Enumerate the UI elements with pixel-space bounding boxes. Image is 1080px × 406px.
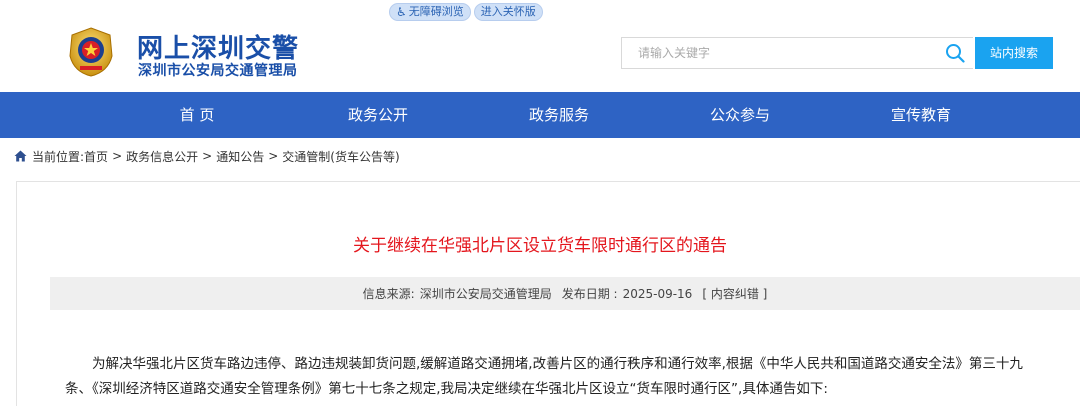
breadcrumb-separator: >	[268, 149, 279, 163]
elderly-mode-button[interactable]: 进入关怀版	[473, 3, 543, 21]
nav-item-gov-services[interactable]: 政务服务	[499, 92, 619, 138]
source-label: 信息来源:	[362, 287, 415, 301]
breadcrumb-item-traffic-control[interactable]: 交通管制(货车公告等)	[282, 148, 399, 165]
nav-item-public-participation[interactable]: 公众参与	[680, 92, 800, 138]
article-title: 关于继续在华强北片区设立货车限时通行区的通告	[353, 236, 727, 256]
wheelchair-icon: ♿	[396, 5, 407, 19]
breadcrumb: 当前位置: 首页 > 政务信息公开 > 通知公告 > 交通管制(货车公告等)	[14, 148, 400, 164]
content-error-link[interactable]: [ 内容纠错 ]	[702, 285, 767, 302]
nav-item-home[interactable]: 首 页	[137, 92, 257, 138]
article-meta-bar: 信息来源: 深圳市公安局交通管理局 发布日期 : 2025-09-16 [ 内容…	[50, 277, 1080, 310]
main-nav: 首 页 政务公开 政务服务 公众参与 宣传教育	[0, 92, 1080, 138]
accessibility-mode-button[interactable]: ♿ 无障碍浏览	[389, 3, 471, 21]
accessibility-mode-label: 无障碍浏览	[408, 5, 464, 18]
search-icon[interactable]	[945, 43, 965, 63]
breadcrumb-item-notices[interactable]: 通知公告	[216, 148, 264, 165]
breadcrumb-separator: >	[202, 149, 213, 163]
elderly-mode-label: 进入关怀版	[480, 5, 536, 18]
breadcrumb-separator: >	[112, 149, 123, 163]
source-value: 深圳市公安局交通管理局	[419, 287, 552, 301]
top-accessibility-bar: ♿ 无障碍浏览 进入关怀版	[389, 3, 543, 21]
home-icon	[14, 150, 27, 162]
site-search-button[interactable]: 站内搜索	[975, 37, 1053, 69]
site-subtitle: 深圳市公安局交通管理局	[138, 63, 298, 79]
nav-item-education[interactable]: 宣传教育	[861, 92, 981, 138]
nav-item-gov-affairs[interactable]: 政务公开	[318, 92, 438, 138]
article-body: 为解决华强北片区货车路边违停、路边违规装卸货问题,缓解道路交通拥堵,改善片区的通…	[65, 356, 1023, 397]
police-emblem-icon[interactable]	[66, 26, 116, 78]
date-label: 发布日期 :	[561, 287, 618, 301]
site-header: 网上深圳交警 深圳市公安局交通管理局 站内搜索	[0, 22, 1080, 92]
breadcrumb-item-gov-info[interactable]: 政务信息公开	[126, 148, 198, 165]
date-value: 2025-09-16	[622, 286, 693, 301]
search-input[interactable]	[622, 38, 932, 68]
breadcrumb-item-home[interactable]: 首页	[84, 148, 108, 165]
breadcrumb-prefix: 当前位置:	[32, 149, 85, 164]
search-box	[621, 37, 973, 69]
